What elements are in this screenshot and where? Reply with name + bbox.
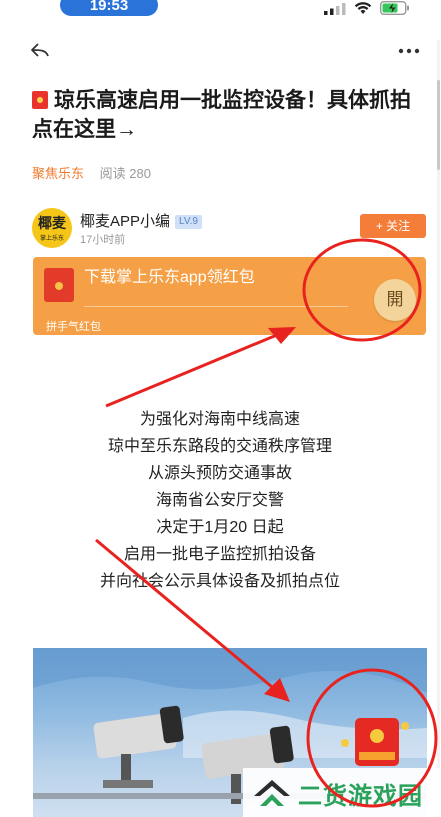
divider [84, 306, 348, 307]
body-line: 决定于1月20 日起 [156, 519, 284, 536]
red-envelope-icon [44, 268, 74, 302]
red-packet-emoji-icon [32, 91, 48, 109]
avatar-logo-subtext: 掌上乐东 [39, 236, 64, 242]
body-line: 琼中至乐东路段的交通秩序管理 [107, 438, 332, 455]
watermark-text: 二货游戏园 [298, 783, 423, 810]
author-name-row: 椰麦APP小编 LV.9 [80, 210, 202, 231]
author-avatar[interactable]: 椰麦 掌上乐东 [32, 208, 72, 248]
article-title-text: 琼乐高速启用一批监控设备！具体抓拍点在这里→ [32, 89, 411, 141]
body-line: 从源头预防交通事故 [147, 465, 292, 482]
avatar-logo-text: 椰麦 [38, 215, 66, 231]
signal-icon [324, 3, 346, 15]
camera-left [93, 705, 184, 788]
article-title: 琼乐高速启用一批监控设备！具体抓拍点在这里→ [32, 86, 430, 144]
body-line: 为强化对海南中线高速 [139, 411, 300, 428]
wifi-icon [354, 2, 372, 14]
status-bar: 19:53 [0, 0, 441, 18]
more-icon[interactable] [398, 48, 420, 54]
scrollbar-thumb[interactable] [437, 80, 440, 170]
open-red-packet-button[interactable]: 開 [374, 279, 416, 321]
article-meta: 聚焦乐东 阅读 280 [32, 163, 151, 182]
red-packet-subtitle: 拼手气红包 [46, 321, 101, 333]
author-name[interactable]: 椰麦APP小编 [80, 213, 170, 230]
follow-button[interactable]: + 关注 [360, 214, 426, 238]
level-badge: LV.9 [175, 215, 202, 229]
battery-icon [380, 1, 409, 15]
red-packet-text: 下载掌上乐东app领红包 [84, 269, 255, 286]
body-line: 并向社会公示具体设备及抓拍点位 [99, 573, 340, 590]
read-count: 阅读 280 [99, 166, 151, 181]
article-body: 为强化对海南中线高速 琼中至乐东路段的交通秩序管理 从源头预防交通事故 海南省公… [40, 406, 400, 595]
body-line: 海南省公安厅交警 [155, 492, 284, 509]
post-time: 17小时前 [80, 234, 126, 246]
channel-link[interactable]: 聚焦乐东 [32, 166, 84, 181]
body-line: 启用一批电子监控抓拍设备 [123, 546, 316, 563]
watermark-logo-icon [254, 780, 290, 806]
share-back-icon[interactable] [30, 42, 50, 58]
annotation-arrow-1 [105, 330, 285, 408]
status-time: 19:53 [60, 0, 158, 16]
